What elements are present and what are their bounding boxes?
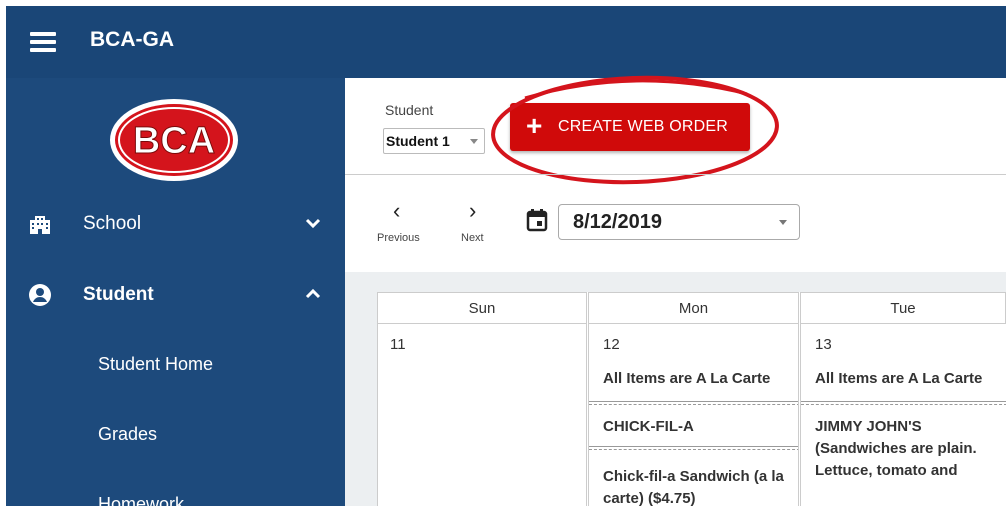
create-web-order-button[interactable]: + CREATE WEB ORDER xyxy=(510,103,750,151)
student-select[interactable]: Student 1 xyxy=(383,128,485,154)
sidebar-subitem-grades[interactable]: Grades xyxy=(6,410,345,460)
create-web-order-label: CREATE WEB ORDER xyxy=(558,118,729,135)
day-cell-sun[interactable]: 11 xyxy=(377,324,587,506)
student-select-label: Student xyxy=(385,102,434,118)
calendar-icon[interactable] xyxy=(525,208,549,232)
sidebar-item-label: School xyxy=(83,213,142,234)
previous-label: Previous xyxy=(377,232,420,244)
sidebar: BCA School Student Student Home Grades H… xyxy=(6,78,345,506)
day-header-tue: Tue xyxy=(800,292,1006,324)
menu-notice: All Items are A La Carte xyxy=(603,370,771,387)
bca-logo: BCA xyxy=(110,99,238,181)
date-select-value: 8/12/2019 xyxy=(573,211,662,233)
day-number: 11 xyxy=(390,336,406,353)
sidebar-subitem-label: Homework xyxy=(98,494,185,506)
divider xyxy=(589,401,798,402)
app-title: BCA-GA xyxy=(90,28,174,51)
main-content: Student Student 1 + CREATE WEB ORDER ‹ P… xyxy=(345,75,1006,506)
sidebar-item-label: Student xyxy=(83,284,154,305)
sidebar-subitem-homework[interactable]: Homework xyxy=(6,480,345,506)
plus-icon: + xyxy=(526,110,543,141)
sidebar-subitem-student-home[interactable]: Student Home xyxy=(6,340,345,390)
chevron-right-icon: › xyxy=(469,198,477,223)
divider xyxy=(589,404,798,405)
calendar-week: Sun Mon Tue 11 12 All Items are A La Car… xyxy=(377,292,1006,506)
day-number: 13 xyxy=(815,336,832,353)
chevron-down-icon xyxy=(305,218,321,229)
logo-text: BCA xyxy=(133,120,215,162)
menu-icon[interactable] xyxy=(30,30,56,52)
menu-notice: All Items are A La Carte xyxy=(815,370,983,387)
menu-item[interactable]: Chick-fil-a Sandwich (a la carte) ($4.75… xyxy=(603,466,789,506)
top-app-bar: BCA-GA xyxy=(6,6,1006,78)
day-header-mon: Mon xyxy=(588,292,799,324)
dropdown-caret-icon xyxy=(470,139,478,144)
divider xyxy=(589,446,798,447)
student-select-value: Student 1 xyxy=(386,133,450,149)
day-header-sun: Sun xyxy=(377,292,587,324)
sidebar-item-school[interactable]: School xyxy=(6,199,345,249)
day-number: 12 xyxy=(603,336,620,353)
menu-vendor: JIMMY JOHN'S (Sandwiches are plain. Lett… xyxy=(815,418,977,479)
divider xyxy=(801,404,1006,405)
day-cell-mon[interactable]: 12 All Items are A La Carte CHICK-FIL-A … xyxy=(588,324,799,506)
sidebar-subitem-label: Student Home xyxy=(98,354,214,374)
account-circle-icon xyxy=(29,284,51,306)
sidebar-item-student[interactable]: Student xyxy=(6,270,345,320)
chevron-up-icon xyxy=(305,288,321,299)
day-cell-tue[interactable]: 13 All Items are A La Carte JIMMY JOHN'S… xyxy=(800,324,1006,506)
menu-vendor: CHICK-FIL-A xyxy=(603,418,694,435)
building-icon xyxy=(30,216,50,234)
sidebar-subitem-label: Grades xyxy=(98,424,158,444)
next-button[interactable]: › Next xyxy=(449,188,509,248)
toolbar-divider xyxy=(345,174,1006,175)
dropdown-caret-icon xyxy=(779,220,787,225)
divider xyxy=(589,449,798,450)
date-select[interactable]: 8/12/2019 xyxy=(558,204,800,240)
next-label: Next xyxy=(461,232,484,244)
chevron-left-icon: ‹ xyxy=(393,198,401,223)
previous-button[interactable]: ‹ Previous xyxy=(369,188,429,248)
divider xyxy=(801,401,1006,402)
